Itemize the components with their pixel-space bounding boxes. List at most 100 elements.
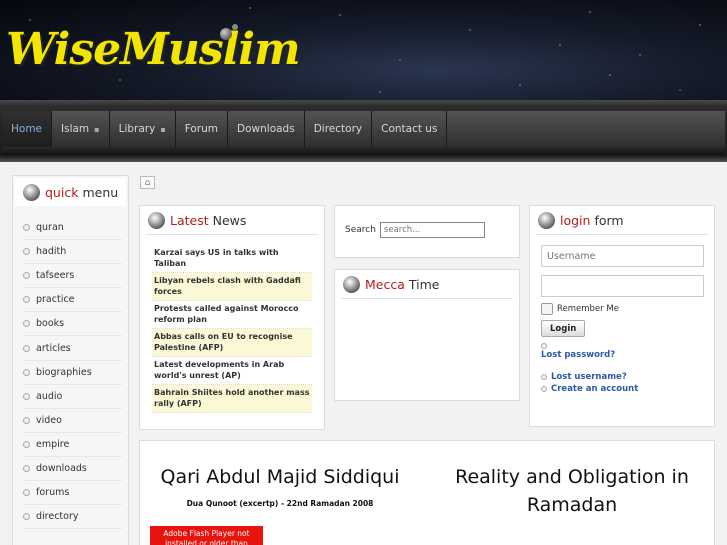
featured-right: Reality and Obligation in Ramadan bbox=[436, 463, 708, 519]
quick-menu-item-label: quran bbox=[36, 222, 64, 234]
quick-menu-item-label: downloads bbox=[36, 462, 87, 474]
login-module: login form Remember Me Login Lost passwo… bbox=[529, 205, 715, 427]
search-input[interactable] bbox=[379, 222, 485, 238]
login-title-accent: login bbox=[560, 212, 591, 228]
moon-icon bbox=[343, 276, 360, 293]
quick-menu-item-label: hadith bbox=[36, 246, 67, 258]
divider bbox=[341, 298, 513, 299]
mecca-time-module: Mecca Time bbox=[334, 269, 520, 401]
latest-news-title: News bbox=[212, 212, 247, 228]
bullet-icon bbox=[23, 392, 30, 400]
quick-menu-item-empire[interactable]: empire bbox=[23, 433, 122, 457]
main-navigation: Home Islam ▪ Library ▪ Forum Downloads Dir… bbox=[0, 100, 727, 162]
bullet-icon bbox=[23, 344, 30, 352]
quick-menu-item-practice[interactable]: practice bbox=[23, 288, 122, 313]
quick-menu-module: quick menu quran hadith tafseers practic… bbox=[12, 175, 129, 545]
lost-username-link[interactable]: Lost username? bbox=[541, 371, 714, 383]
bullet-icon bbox=[23, 224, 30, 232]
bullet-icon bbox=[23, 368, 30, 376]
login-header: login form bbox=[530, 206, 714, 234]
news-list: Karzai says US in talks with Taliban Lib… bbox=[140, 235, 324, 413]
page: WiseMuslim Home Islam ▪ Library ▪ Forum Do… bbox=[0, 0, 727, 545]
quick-menu-list: quran hadith tafseers practice books art… bbox=[13, 208, 128, 530]
nav-bar: Home Islam ▪ Library ▪ Forum Downloads Dir… bbox=[2, 111, 725, 147]
latest-news-header: Latest News bbox=[140, 206, 324, 234]
logo-moon-icon bbox=[220, 28, 232, 40]
password-field[interactable] bbox=[541, 275, 704, 297]
remember-me-row[interactable]: Remember Me bbox=[541, 303, 714, 315]
quick-menu-item-label: empire bbox=[36, 438, 70, 450]
search-row: Search bbox=[335, 206, 519, 238]
site-header: WiseMuslim bbox=[0, 0, 727, 100]
news-item[interactable]: Bahrain Shiites hold another mass rally … bbox=[152, 385, 312, 413]
bullet-icon bbox=[23, 464, 30, 472]
mecca-time-title: Time bbox=[408, 276, 440, 292]
quick-menu-item-forums[interactable]: forums bbox=[23, 481, 122, 506]
moon-icon bbox=[148, 212, 165, 229]
logo-star-icon bbox=[232, 24, 238, 30]
latest-news-module: Latest News Karzai says US in talks with… bbox=[139, 205, 325, 430]
news-item[interactable]: Latest developments in Arab world's unre… bbox=[152, 357, 312, 385]
nav-item-contact-us[interactable]: Contact us bbox=[372, 111, 448, 147]
site-logo[interactable]: WiseMuslim bbox=[6, 24, 301, 75]
nav-shadow bbox=[2, 147, 725, 155]
mecca-time-title-accent: Mecca bbox=[365, 276, 405, 292]
quick-menu-item-biographies[interactable]: biographies bbox=[23, 361, 122, 385]
quick-menu-item-video[interactable]: video bbox=[23, 409, 122, 433]
featured-right-title[interactable]: Reality and Obligation in Ramadan bbox=[436, 463, 708, 519]
featured-module: Qari Abdul Majid Siddiqui Dua Qunoot (ex… bbox=[139, 440, 715, 545]
create-account-link[interactable]: Create an account bbox=[541, 383, 714, 395]
news-item[interactable]: Abbas calls on EU to recognise Palestine… bbox=[152, 329, 312, 357]
quick-menu-item-hadith[interactable]: hadith bbox=[23, 240, 122, 265]
news-item[interactable]: Karzai says US in talks with Taliban bbox=[152, 245, 312, 273]
featured-left-title[interactable]: Qari Abdul Majid Siddiqui bbox=[140, 463, 420, 491]
moon-icon bbox=[538, 212, 555, 229]
mecca-time-header: Mecca Time bbox=[335, 270, 519, 298]
quick-menu-header: quick menu bbox=[15, 178, 126, 206]
nav-item-home[interactable]: Home bbox=[2, 111, 53, 147]
quick-menu-item-audio[interactable]: audio bbox=[23, 385, 122, 409]
bullet-icon bbox=[23, 272, 30, 280]
quick-menu-item-downloads[interactable]: downloads bbox=[23, 457, 122, 482]
quick-menu-item-label: books bbox=[36, 318, 65, 330]
login-title: form bbox=[594, 212, 624, 228]
news-item[interactable]: Protests called against Morocco reform p… bbox=[152, 301, 312, 329]
nav-item-forum[interactable]: Forum bbox=[176, 111, 229, 147]
search-label: Search bbox=[345, 225, 376, 235]
username-field[interactable] bbox=[541, 245, 704, 267]
lost-password-link[interactable]: Lost password? bbox=[541, 349, 714, 361]
flash-player-notice[interactable]: Adobe Flash Player not installed or olde… bbox=[150, 526, 263, 545]
quick-menu-item-books[interactable]: books bbox=[23, 312, 122, 337]
home-icon[interactable]: ⌂ bbox=[140, 176, 155, 189]
dropdown-arrow-icon: ▪ bbox=[94, 124, 100, 134]
login-button[interactable]: Login bbox=[541, 320, 586, 337]
quick-menu-title-accent: quick bbox=[45, 184, 79, 200]
quick-menu-item-tafseers[interactable]: tafseers bbox=[23, 264, 122, 289]
divider bbox=[536, 234, 708, 235]
bullet-icon bbox=[541, 386, 547, 392]
quick-menu-item-quran[interactable]: quran bbox=[23, 216, 122, 241]
nav-label: Forum bbox=[184, 123, 219, 135]
quick-menu-item-label: directory bbox=[36, 511, 79, 523]
bullet-icon bbox=[23, 440, 30, 448]
quick-menu-item-label: practice bbox=[36, 294, 75, 306]
nav-label: Downloads bbox=[237, 123, 295, 135]
bullet-icon bbox=[23, 320, 30, 328]
quick-menu-item-directory[interactable]: directory bbox=[23, 505, 122, 530]
nav-label: Islam bbox=[61, 123, 90, 135]
nav-label: Library bbox=[118, 123, 156, 135]
quick-menu-item-label: forums bbox=[36, 487, 70, 499]
remember-me-label: Remember Me bbox=[557, 304, 619, 314]
nav-item-library[interactable]: Library ▪ bbox=[110, 111, 176, 147]
bullet-icon bbox=[23, 248, 30, 256]
quick-menu-item-articles[interactable]: articles bbox=[23, 336, 122, 361]
quick-menu-item-label: video bbox=[36, 414, 62, 426]
news-item[interactable]: Libyan rebels clash with Gaddafi forces bbox=[152, 273, 312, 301]
remember-me-checkbox[interactable] bbox=[541, 303, 553, 315]
nav-item-directory[interactable]: Directory bbox=[305, 111, 373, 147]
nav-item-downloads[interactable]: Downloads bbox=[228, 111, 305, 147]
featured-left-subtitle: Dua Qunoot (excertp) - 22nd Ramadan 2008 bbox=[186, 499, 374, 508]
nav-item-islam[interactable]: Islam ▪ bbox=[52, 111, 110, 147]
bullet-icon bbox=[23, 489, 30, 497]
create-account-label: Create an account bbox=[551, 384, 639, 394]
